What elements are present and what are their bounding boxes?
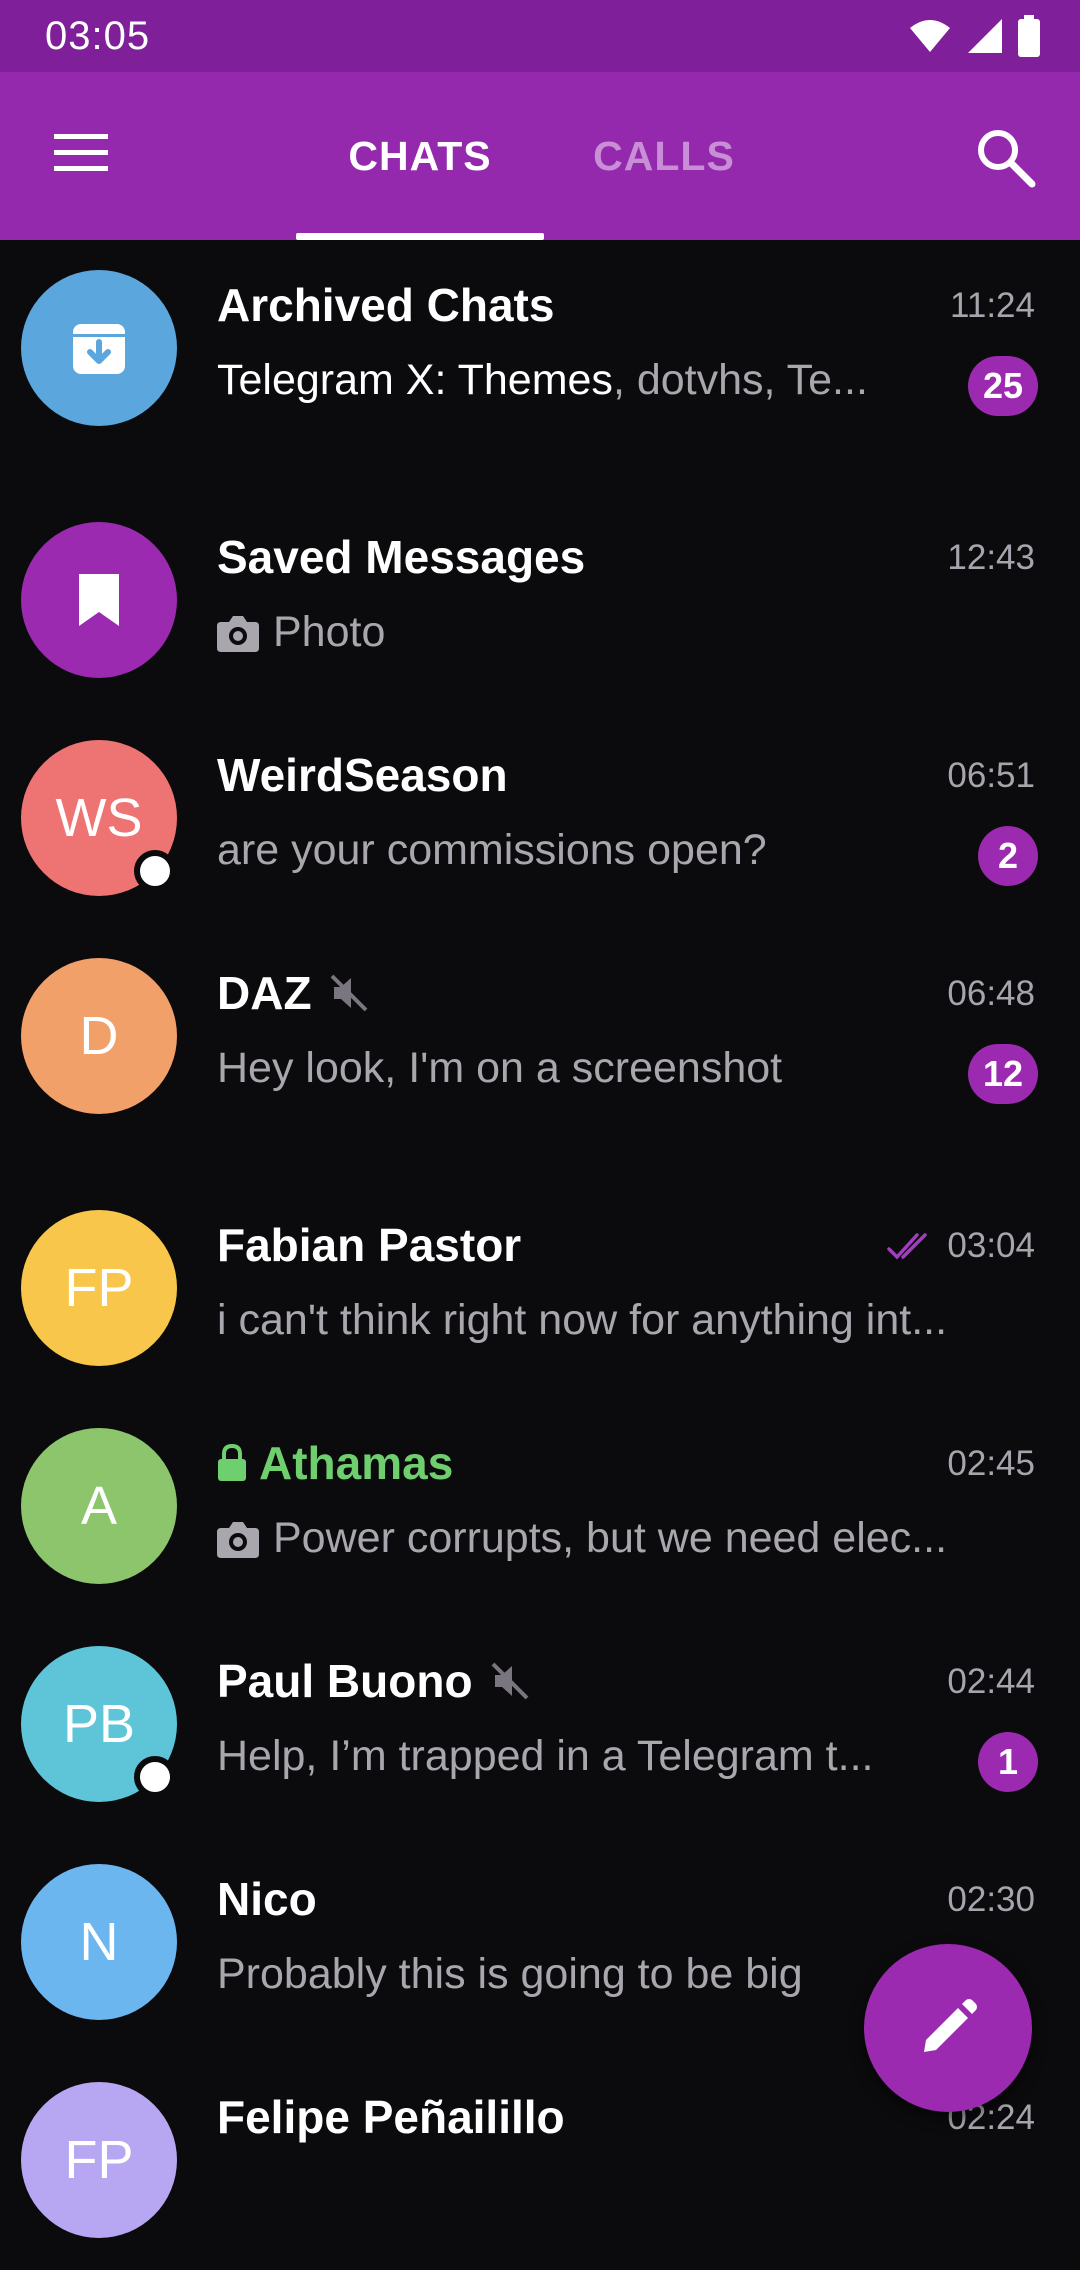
chat-name: DAZ <box>217 966 370 1020</box>
chat-name: Fabian Pastor <box>217 1219 522 1271</box>
app-bar: CHATS CALLS <box>0 72 1080 240</box>
avatar: FP <box>21 2082 177 2238</box>
chat-preview: i can't think right now for anything int… <box>217 1296 948 1344</box>
preview-text: , dotvhs, Te... <box>612 356 868 404</box>
chat-time: 02:44 <box>947 1662 1035 1701</box>
chat-preview: Probably this is going to be big <box>217 1950 803 1998</box>
menu-button[interactable] <box>52 128 112 178</box>
tab-calls[interactable]: CALLS <box>560 72 768 240</box>
signal-icon <box>968 19 1002 53</box>
chat-time-text: 03:04 <box>947 1226 1035 1265</box>
chat-name-text: Athamas <box>259 1437 454 1489</box>
chat-name-text: DAZ <box>217 967 312 1019</box>
preview-highlight: Telegram X: Themes <box>217 356 613 404</box>
lock-icon <box>218 1444 246 1481</box>
chat-time: 11:24 <box>950 286 1035 325</box>
chat-row-fabian-pastor[interactable]: FP Fabian Pastor 03:04 i can't think rig… <box>0 1180 1080 1398</box>
chat-name: Nico <box>217 1873 317 1925</box>
chat-row-weirdseason[interactable]: WS WeirdSeason 06:51 are your commission… <box>0 710 1080 928</box>
search-button[interactable] <box>970 122 1042 194</box>
chat-time: 03:04 <box>887 1226 1035 1266</box>
unread-badge: 12 <box>967 1044 1038 1104</box>
chat-preview: Hey look, I'm on a screenshot <box>217 1044 783 1092</box>
bookmark-icon <box>79 574 119 626</box>
avatar: FP <box>21 1210 177 1366</box>
chat-time: 12:43 <box>947 538 1035 577</box>
chat-time: 06:48 <box>947 974 1035 1013</box>
chat-time: 02:45 <box>947 1444 1035 1483</box>
chat-name: Archived Chats <box>217 279 555 331</box>
camera-icon <box>217 615 259 652</box>
unread-badge: 1 <box>978 1732 1038 1792</box>
chat-row-archived[interactable]: Archived Chats 11:24 Telegram X: Themes,… <box>0 240 1080 492</box>
tab-indicator <box>296 233 544 240</box>
chat-name: WeirdSeason <box>217 749 508 801</box>
camera-icon <box>217 1521 259 1558</box>
archive-icon <box>73 324 125 374</box>
chat-preview: Telegram X: Themes, dotvhs, Te... <box>217 356 937 405</box>
double-check-icon <box>887 1233 928 1260</box>
unread-badge: 2 <box>978 826 1038 886</box>
unread-badge: 25 <box>967 356 1038 416</box>
avatar: D <box>21 958 177 1114</box>
avatar: N <box>21 1864 177 2020</box>
chat-name: Saved Messages <box>217 531 586 583</box>
chat-name-text: Paul Buono <box>217 1655 473 1707</box>
chat-preview: Photo <box>217 608 385 657</box>
preview-text: Photo <box>273 608 386 656</box>
chat-preview: Power corrupts, but we need elec... <box>217 1514 947 1563</box>
tab-chats[interactable]: CHATS <box>296 72 544 240</box>
search-icon <box>978 130 1036 188</box>
status-bar: 03:05 <box>0 0 1080 72</box>
menu-icon <box>54 134 108 171</box>
online-indicator <box>134 850 176 892</box>
chat-preview: Help, I’m trapped in a Telegram t... <box>217 1732 874 1780</box>
chat-time: 06:51 <box>947 756 1035 795</box>
pencil-icon <box>924 1999 977 2052</box>
preview-text: Power corrupts, but we need elec... <box>273 1514 948 1562</box>
battery-icon <box>1018 15 1040 57</box>
status-icons <box>908 15 1040 57</box>
chat-name: Felipe Peñailillo <box>217 2091 565 2143</box>
chat-row-paul-buono[interactable]: PB Paul Buono 02:44 Help, I’m trapped in… <box>0 1616 1080 1834</box>
wifi-icon <box>910 20 950 52</box>
muted-icon <box>491 1662 528 1700</box>
chat-preview: are your commissions open? <box>217 826 767 874</box>
chat-row-athamas[interactable]: A Athamas 02:45 Power corrupts, but we n… <box>0 1398 1080 1616</box>
avatar <box>21 522 177 678</box>
compose-button[interactable] <box>864 1944 1032 2112</box>
chat-time: 02:30 <box>947 1880 1035 1919</box>
chat-name: Paul Buono <box>217 1654 531 1708</box>
online-indicator <box>134 1756 176 1798</box>
status-time: 03:05 <box>45 13 151 58</box>
muted-icon <box>330 974 367 1012</box>
chat-row-saved-messages[interactable]: Saved Messages 12:43 Photo <box>0 492 1080 710</box>
chat-row-daz[interactable]: D DAZ 06:48 Hey look, I'm on a screensho… <box>0 928 1080 1180</box>
avatar: A <box>21 1428 177 1584</box>
avatar <box>21 270 177 426</box>
chat-name: Athamas <box>217 1436 453 1490</box>
